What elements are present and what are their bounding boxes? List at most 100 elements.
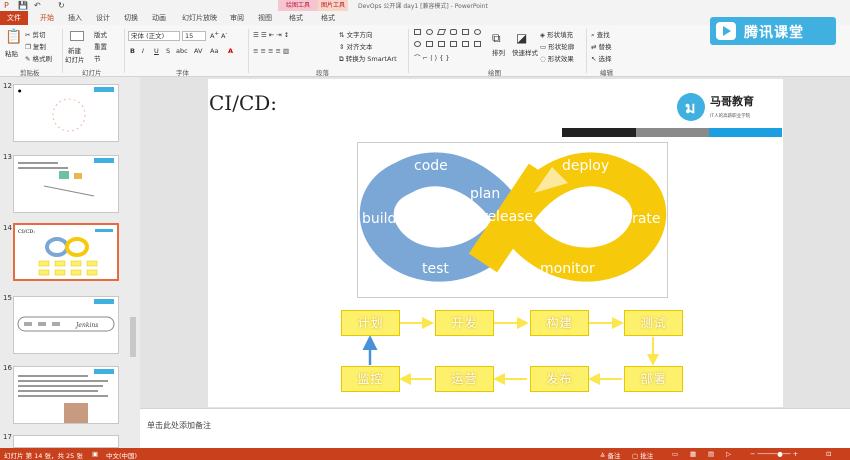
shape-effects-button[interactable]: ◌ 形状效果 [540, 53, 574, 63]
loop-label-monitor: monitor [540, 261, 595, 277]
circle-shape-icon[interactable] [414, 41, 421, 47]
tab-transitions[interactable]: 切换 [124, 13, 138, 23]
arrange-button[interactable]: 排列 [492, 47, 505, 57]
slide-thumbnail[interactable] [13, 155, 119, 213]
devops-infinity-image[interactable]: code plan build test release deploy oper… [357, 142, 668, 298]
tab-animations[interactable]: 动画 [152, 13, 166, 23]
underline-button[interactable]: U [154, 47, 159, 55]
flow-box-test[interactable]: 测试 [624, 310, 683, 336]
select-label: 选择 [598, 55, 612, 63]
slide-thumbnail[interactable] [13, 435, 119, 448]
normal-view-icon[interactable]: ▭ [672, 450, 678, 458]
thumbnail-scrollbar[interactable] [130, 317, 136, 357]
bullets-icon[interactable]: ☰ ☰ ⇤ ⇥ ↕ [253, 31, 289, 39]
flow-box-build[interactable]: 构建 [530, 310, 589, 336]
new-slide-button-2[interactable]: 幻灯片 [65, 54, 85, 64]
flow-box-plan[interactable]: 计划 [341, 310, 400, 336]
thumbnail-number: 14 [3, 224, 12, 232]
smartart-button[interactable]: ⧉ 转换为 SmartArt [339, 53, 397, 64]
shape-outline-button[interactable]: ▭ 形状轮廓 [540, 41, 574, 51]
language-indicator[interactable]: 中文(中国) [106, 450, 137, 460]
bold-button[interactable]: B [130, 47, 135, 55]
context-tab-picture[interactable]: 图片工具 [318, 0, 348, 11]
change-case-button[interactable]: Aa [210, 47, 218, 55]
tab-design[interactable]: 设计 [96, 13, 110, 23]
slide-thumbnail[interactable] [13, 366, 119, 424]
slide-thumbnail[interactable]: Jenkins [13, 296, 119, 354]
shadow-button[interactable]: abc [176, 47, 188, 55]
fit-window-icon[interactable]: ⊡ [826, 450, 831, 458]
font-size-select[interactable]: 15 [182, 31, 206, 41]
find-button[interactable]: ⌕ 查找 [591, 29, 610, 40]
flow-box-deploy[interactable]: 部署 [624, 366, 683, 392]
box-shape-icon[interactable] [438, 41, 445, 47]
select-button[interactable]: ↖ 选择 [591, 53, 612, 63]
grow-font-icon[interactable]: A+ A- [210, 31, 227, 40]
tab-review[interactable]: 审阅 [230, 13, 244, 23]
strikethrough-button[interactable]: S [166, 47, 170, 55]
tab-format-picture[interactable]: 格式 [321, 13, 335, 23]
font-name-select[interactable]: 宋体 (正文) [128, 31, 180, 41]
reset-button[interactable]: 重置 [94, 41, 107, 51]
quick-styles-icon[interactable]: ◪ [516, 31, 527, 45]
align-icons[interactable]: ≡ ≡ ≡ ≡ ▥ [253, 47, 289, 55]
arrange-icon[interactable]: ⧉ [492, 31, 501, 46]
bracket-shapes-icon[interactable]: ⌒ ⌐ ⟨ ⟩ { } [414, 52, 450, 62]
replace-button[interactable]: ⇄ 替换 [591, 41, 612, 51]
replace-icon: ⇄ [591, 43, 597, 51]
loop-label-plan: plan [470, 186, 500, 202]
char-spacing-button[interactable]: AV [194, 47, 202, 55]
paste-button[interactable]: 粘贴 [5, 48, 18, 58]
flow-box-release[interactable]: 发布 [530, 366, 589, 392]
star-shape-icon[interactable] [474, 41, 481, 47]
slide-title[interactable]: CI/CD: [209, 91, 277, 115]
tab-insert[interactable]: 插入 [68, 13, 82, 23]
tab-format-drawing[interactable]: 格式 [289, 13, 303, 23]
outline-icon: ▭ [540, 43, 547, 51]
slide-sorter-icon[interactable]: ▦ [690, 450, 696, 458]
rectangle-shape-icon[interactable] [414, 29, 421, 35]
oval-shape-icon[interactable] [426, 29, 433, 35]
quick-styles-button[interactable]: 快速样式 [512, 47, 538, 57]
slide-thumbnail-selected[interactable]: CI/CD: [13, 223, 119, 281]
font-color-icon[interactable]: A [228, 47, 233, 55]
align-text-label: 对齐文本 [346, 43, 373, 51]
context-tab-drawing[interactable]: 绘图工具 [278, 0, 318, 11]
tab-file[interactable]: 文件 [0, 11, 28, 25]
shape-fill-button[interactable]: ◈ 形状填充 [540, 29, 573, 39]
format-painter-button[interactable]: ✎ 格式刷 [25, 53, 52, 63]
parallelogram-shape-icon[interactable] [436, 29, 447, 35]
notes-toggle[interactable]: ≙ 备注 [600, 450, 621, 460]
circle-shape-icon[interactable] [474, 29, 481, 35]
tab-view[interactable]: 视图 [258, 13, 272, 23]
spell-check-icon[interactable]: ▣ [92, 450, 98, 458]
align-text-button[interactable]: ⇕ 对齐文本 [339, 41, 373, 51]
triangle-shape-icon[interactable] [426, 41, 433, 47]
flow-box-monitor[interactable]: 监控 [341, 366, 400, 392]
rounded-rect-shape-icon[interactable] [450, 29, 457, 35]
arrow-shape-icon[interactable] [450, 41, 457, 47]
new-slide-icon[interactable] [70, 31, 84, 41]
tab-home[interactable]: 开始 [40, 13, 54, 23]
comments-toggle[interactable]: ▢ 批注 [632, 450, 653, 460]
section-button[interactable]: 节 [94, 53, 101, 63]
flow-box-develop[interactable]: 开发 [435, 310, 494, 336]
zoom-slider[interactable]: − ─────●── + [750, 450, 798, 458]
undo-icon[interactable]: ↶ [34, 1, 41, 10]
slide-thumbnail[interactable]: ● [13, 84, 119, 142]
layout-button[interactable]: 版式 [94, 29, 107, 39]
cut-button[interactable]: ✂ 剪切 [25, 29, 46, 39]
save-icon[interactable]: 💾 [18, 1, 28, 10]
notes-pane[interactable]: 单击此处添加备注 [140, 408, 850, 448]
tab-slideshow[interactable]: 幻灯片放映 [182, 13, 217, 23]
square-shape-icon[interactable] [462, 29, 469, 35]
reading-view-icon[interactable]: ▤ [708, 450, 714, 458]
copy-button[interactable]: ❐ 复制 [25, 41, 46, 51]
redo-icon[interactable]: ↻ [58, 1, 65, 10]
flow-box-operate[interactable]: 运营 [435, 366, 494, 392]
arrow-shape-icon[interactable] [462, 41, 469, 47]
slideshow-icon[interactable]: ▷ [726, 450, 731, 458]
text-direction-button[interactable]: ⇅ 文字方向 [339, 29, 373, 39]
italic-button[interactable]: I [142, 47, 144, 55]
paste-icon[interactable]: 📋 [5, 29, 22, 45]
